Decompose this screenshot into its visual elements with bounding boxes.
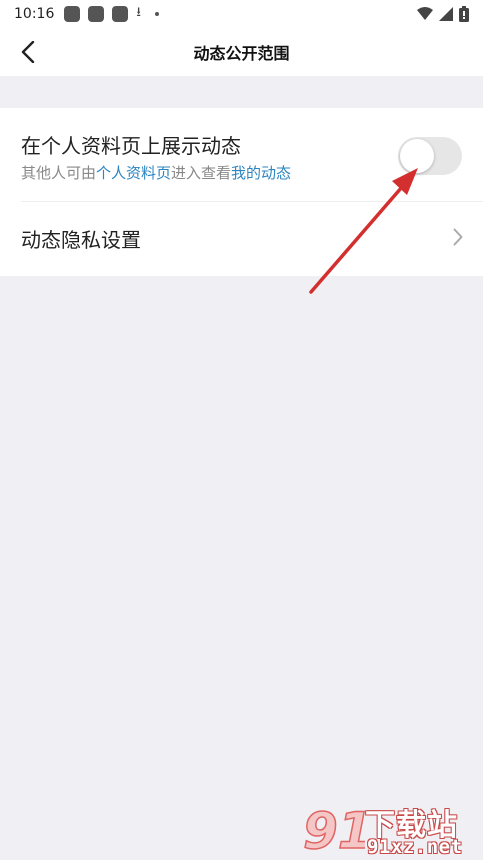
download-icon: ⭳ <box>136 5 141 20</box>
wifi-icon <box>417 7 433 20</box>
app-notification-icon <box>112 6 129 22</box>
battery-icon <box>459 6 469 22</box>
watermark-logo: 91 <box>303 801 365 858</box>
chevron-right-icon <box>453 228 463 246</box>
watermark-url: 91xz.net <box>367 836 463 858</box>
svg-text:91: 91 <box>303 802 365 858</box>
my-feed-link[interactable]: 我的动态 <box>231 164 291 182</box>
settings-card: 在个人资料页上展示动态 其他人可由个人资料页进入查看我的动态 动态隐私设置 <box>0 108 483 276</box>
page-title: 动态公开范围 <box>193 44 290 63</box>
toggle-knob <box>400 139 434 173</box>
status-time: 10:16 <box>14 6 55 22</box>
profile-page-link[interactable]: 个人资料页 <box>96 164 171 182</box>
nav-bar: 动态公开范围 <box>0 28 483 76</box>
dot-icon <box>154 12 159 16</box>
app-notification-icon <box>64 6 81 22</box>
signal-icon <box>439 7 453 21</box>
show-feed-label: 在个人资料页上展示动态 <box>21 134 241 158</box>
privacy-settings-label: 动态隐私设置 <box>21 228 141 252</box>
site-watermark: 91 下载站 91xz.net <box>303 800 479 858</box>
show-feed-toggle[interactable] <box>398 137 462 175</box>
setting-row-show-feed: 在个人资料页上展示动态 其他人可由个人资料页进入查看我的动态 <box>0 108 483 202</box>
back-button[interactable] <box>14 38 42 66</box>
show-feed-description: 其他人可由个人资料页进入查看我的动态 <box>21 162 291 183</box>
chevron-left-icon <box>21 41 35 63</box>
status-bar: 10:16 ⭳ <box>0 0 483 28</box>
description-text: 进入查看 <box>171 164 232 182</box>
setting-row-privacy[interactable]: 动态隐私设置 <box>0 202 483 276</box>
description-text: 其他人可由 <box>21 164 97 182</box>
app-notification-icon <box>88 6 105 22</box>
